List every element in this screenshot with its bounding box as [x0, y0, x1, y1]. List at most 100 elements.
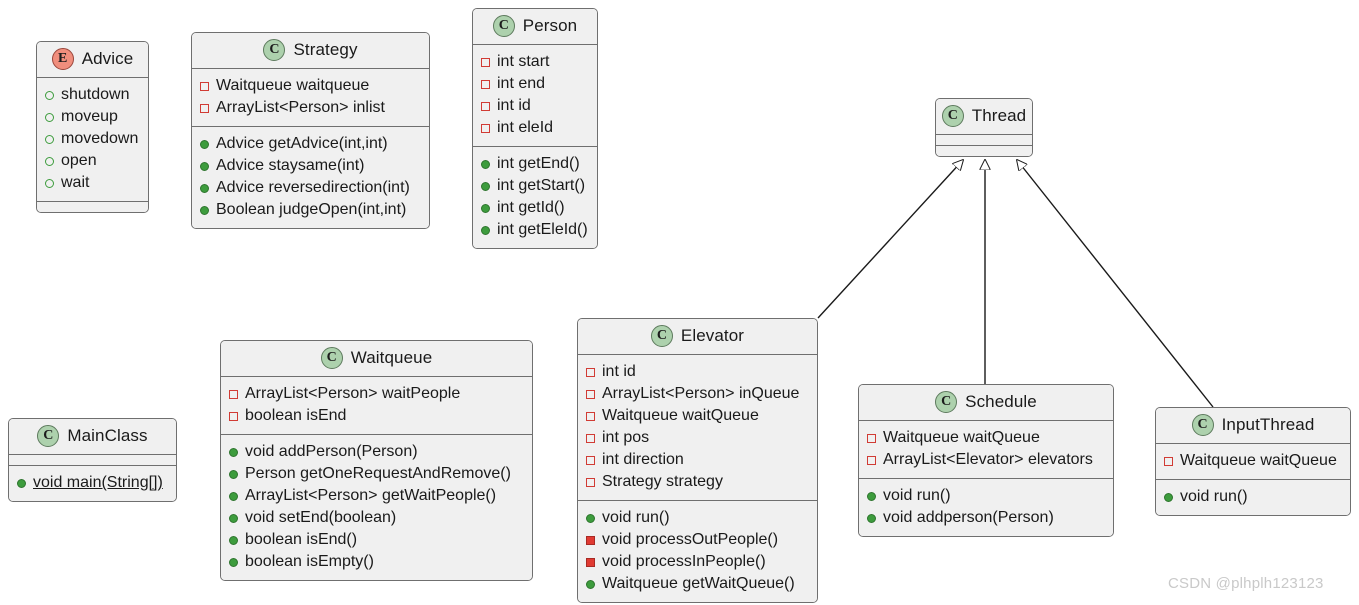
method-label: void run(): [1180, 488, 1248, 505]
methods-compartment: Advice getAdvice(int,int) Advice staysame…: [192, 126, 429, 228]
class-box-schedule[interactable]: C Schedule Waitqueue waitQueue ArrayList<El…: [858, 384, 1114, 537]
attribute-label: Waitqueue waitQueue: [1180, 452, 1337, 469]
class-header: C Schedule: [859, 385, 1113, 420]
visibility-marker-icon: [481, 101, 490, 111]
visibility-marker-icon: [229, 389, 238, 399]
visibility-marker-icon: [867, 491, 876, 501]
class-attribute-row: ArrayList<Person> waitPeople: [229, 383, 524, 405]
method-label: ArrayList<Person> getWaitPeople(): [245, 487, 497, 504]
methods-compartment: void run() void processOutPeople() void pr…: [578, 500, 817, 602]
class-method-row: void processOutPeople(): [586, 529, 809, 551]
class-attribute-row: movedown: [45, 128, 140, 150]
enum-stereotype-icon: E: [51, 48, 74, 70]
attribute-label: int eleId: [497, 119, 554, 136]
class-box-waitqueue[interactable]: C Waitqueue ArrayList<Person> waitPeople bo…: [220, 340, 533, 581]
visibility-marker-icon: [200, 139, 209, 149]
class-stereotype-icon: C: [650, 325, 673, 347]
attributes-compartment: Waitqueue waitQueue ArrayList<Elevator> e…: [859, 420, 1113, 478]
class-box-elevator[interactable]: C Elevator int id ArrayList<Person> inQueue…: [577, 318, 818, 603]
class-header: C Thread: [936, 99, 1032, 134]
method-label: int getEleId(): [497, 221, 588, 238]
class-attribute-row: int start: [481, 51, 589, 73]
class-method-row: void processInPeople(): [586, 551, 809, 573]
method-label: int getId(): [497, 199, 565, 216]
visibility-marker-icon: [229, 513, 238, 523]
attribute-label: open: [61, 152, 97, 169]
visibility-marker-icon: [586, 367, 595, 377]
class-box-inputthread[interactable]: C InputThread Waitqueue waitQueue void run(…: [1155, 407, 1351, 516]
class-attribute-row: int end: [481, 73, 589, 95]
method-label: void main(String[]): [33, 474, 163, 491]
visibility-marker-icon: [586, 535, 595, 545]
method-label: Advice staysame(int): [216, 157, 365, 174]
attribute-label: boolean isEnd: [245, 407, 347, 424]
visibility-marker-icon: [200, 103, 209, 113]
class-method-row: boolean isEnd(): [229, 529, 524, 551]
class-method-row: void run(): [1164, 486, 1342, 508]
method-label: void addPerson(Person): [245, 443, 418, 460]
attribute-label: int start: [497, 53, 550, 70]
class-header: C Elevator: [578, 319, 817, 354]
visibility-marker-icon: [586, 411, 595, 421]
visibility-marker-icon: [200, 81, 209, 91]
visibility-marker-icon: [200, 161, 209, 171]
class-method-row: Advice reversedirection(int): [200, 177, 421, 199]
attribute-label: moveup: [61, 108, 118, 125]
uml-diagram-canvas: E Advice shutdown moveup movedown open wait C St…: [0, 0, 1359, 605]
methods-compartment: void run() void addperson(Person): [859, 478, 1113, 536]
class-header: C Strategy: [192, 33, 429, 68]
class-box-person[interactable]: C Person int start int end int id int eleId in…: [472, 8, 598, 249]
class-method-row: void run(): [586, 507, 809, 529]
visibility-marker-icon: [229, 491, 238, 501]
class-attribute-row: int id: [586, 361, 809, 383]
generalization-edge-elevator-thread: [817, 160, 963, 319]
visibility-marker-icon: [481, 57, 490, 67]
attributes-compartment: int start int end int id int eleId: [473, 44, 597, 146]
visibility-marker-icon: [1164, 492, 1173, 502]
attribute-label: Waitqueue waitqueue: [216, 77, 370, 94]
class-attribute-row: Waitqueue waitQueue: [1164, 450, 1342, 472]
class-name-label: Person: [522, 16, 578, 35]
class-stereotype-icon: C: [941, 105, 964, 127]
visibility-marker-icon: [17, 478, 26, 488]
visibility-marker-icon: [867, 433, 876, 443]
class-method-row: void addPerson(Person): [229, 441, 524, 463]
visibility-marker-icon: [45, 178, 54, 188]
class-method-row: int getId(): [481, 197, 589, 219]
class-stereotype-icon: C: [492, 15, 515, 37]
visibility-marker-icon: [45, 156, 54, 166]
attribute-label: int id: [497, 97, 531, 114]
class-stereotype-icon: C: [935, 391, 958, 413]
class-header: C MainClass: [9, 419, 176, 454]
class-attribute-row: Waitqueue waitQueue: [586, 405, 809, 427]
visibility-marker-icon: [481, 159, 490, 169]
visibility-marker-icon: [586, 389, 595, 399]
class-stereotype-icon: C: [263, 39, 286, 61]
class-attribute-row: int direction: [586, 449, 809, 471]
visibility-marker-icon: [200, 205, 209, 215]
class-attribute-row: int pos: [586, 427, 809, 449]
attributes-compartment: Waitqueue waitQueue: [1156, 443, 1350, 479]
attribute-label: Waitqueue waitQueue: [883, 429, 1040, 446]
class-attribute-row: int eleId: [481, 117, 589, 139]
visibility-marker-icon: [481, 181, 490, 191]
method-label: void processOutPeople(): [602, 531, 779, 548]
class-name-label: Strategy: [293, 40, 358, 59]
class-box-mainclass[interactable]: C MainClass void main(String[]): [8, 418, 177, 502]
visibility-marker-icon: [586, 455, 595, 465]
visibility-marker-icon: [229, 447, 238, 457]
class-box-strategy[interactable]: C Strategy Waitqueue waitqueue ArrayList<Pe…: [191, 32, 430, 229]
class-name-label: Advice: [81, 49, 134, 68]
visibility-marker-icon: [1164, 456, 1173, 466]
attribute-label: int id: [602, 363, 636, 380]
class-attribute-row: Waitqueue waitQueue: [867, 427, 1105, 449]
method-label: void addperson(Person): [883, 509, 1054, 526]
class-box-advice[interactable]: E Advice shutdown moveup movedown open wait: [36, 41, 149, 213]
class-box-thread[interactable]: C Thread: [935, 98, 1033, 157]
attributes-compartment: int id ArrayList<Person> inQueue Waitqueue…: [578, 354, 817, 500]
visibility-marker-icon: [481, 123, 490, 133]
attribute-label: movedown: [61, 130, 139, 147]
visibility-marker-icon: [45, 90, 54, 100]
class-attribute-row: shutdown: [45, 84, 140, 106]
attributes-compartment: Waitqueue waitqueue ArrayList<Person> inl…: [192, 68, 429, 126]
